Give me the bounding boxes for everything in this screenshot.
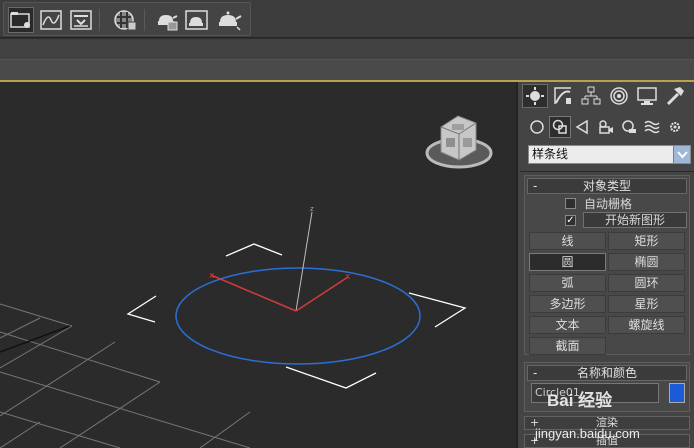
donut-button[interactable]: 圆环 [608, 274, 685, 292]
section-button[interactable]: 截面 [529, 337, 606, 355]
modify-tab[interactable] [550, 84, 576, 108]
hierarchy-tab[interactable] [578, 84, 604, 108]
hierarchy-tree-icon [581, 86, 601, 105]
collapse-minus-icon: - [533, 366, 538, 380]
create-sun-icon [526, 87, 544, 105]
curve-editor-icon[interactable] [38, 7, 64, 33]
motion-tab[interactable] [606, 84, 632, 108]
rendering-rollout-header[interactable]: + 渲染 [524, 416, 690, 430]
arc-button[interactable]: 弧 [529, 274, 606, 292]
modify-curve-icon [554, 87, 571, 104]
material-editor-icon[interactable] [112, 7, 138, 33]
motion-circle-icon [610, 87, 628, 105]
viewport-scene: x x z [0, 115, 493, 448]
gizmo-z-label: z [310, 205, 314, 213]
lights-icon [575, 119, 588, 135]
geometry-category[interactable] [526, 116, 548, 138]
perspective-viewport[interactable]: x x z [0, 82, 516, 448]
systems-gear-icon [670, 122, 680, 132]
ellipse-button[interactable]: 椭圆 [608, 253, 685, 271]
create-category-buttons [526, 116, 686, 138]
star-button[interactable]: 星形 [608, 295, 685, 313]
rectangle-button[interactable]: 矩形 [608, 232, 685, 250]
render-icon[interactable] [216, 7, 242, 33]
toolbar-separator [99, 9, 100, 31]
line-button[interactable]: 线 [529, 232, 606, 250]
shapes-category[interactable] [549, 116, 571, 138]
main-toolbar [0, 0, 694, 38]
name-color-rollout: - 名称和颜色 Circle01 [524, 362, 690, 412]
viewcube-icon[interactable] [425, 115, 493, 169]
toolbar-group [3, 2, 251, 36]
lights-category[interactable] [572, 116, 594, 138]
chevron-down-icon[interactable] [673, 146, 690, 163]
auto-grid-label: 自动栅格 [584, 197, 633, 211]
schematic-view-icon[interactable] [68, 7, 94, 33]
svg-text:x: x [345, 272, 351, 282]
rendered-frame-icon[interactable] [184, 7, 210, 33]
object-color-swatch[interactable] [669, 383, 685, 403]
object-category-dropdown[interactable]: 样条线 [528, 145, 691, 164]
home-grid [0, 303, 251, 448]
object-type-header[interactable]: - 对象类型 [527, 178, 687, 194]
spacewarps-category[interactable] [641, 116, 663, 138]
project-folder-icon[interactable] [8, 7, 34, 33]
start-new-shape-checkbox-row[interactable]: ✓ [565, 213, 584, 228]
create-tab[interactable] [522, 84, 548, 108]
render-setup-icon[interactable] [154, 7, 180, 33]
systems-category[interactable] [664, 116, 686, 138]
object-name-input[interactable]: Circle01 [531, 383, 659, 403]
utilities-tab[interactable] [662, 84, 688, 108]
cameras-category[interactable] [595, 116, 617, 138]
transform-gizmo[interactable]: x x [209, 211, 351, 312]
helix-button[interactable]: 螺旋线 [608, 316, 685, 334]
expand-plus-icon: + [530, 416, 540, 429]
interpolation-rollout-header[interactable]: + 插值 [524, 434, 690, 448]
camera-icon [599, 120, 613, 134]
command-panel: 样条线 - 对象类型 自动栅格 ✓ 开始新图形 线 矩形 圆 椭圆 弧 圆环 多… [516, 82, 694, 448]
command-panel-tabs [522, 84, 688, 110]
helpers-category[interactable] [618, 116, 640, 138]
start-new-shape-checkbox[interactable]: ✓ [565, 215, 576, 226]
display-monitor-icon [637, 87, 657, 105]
display-tab[interactable] [634, 84, 660, 108]
text-button[interactable]: 文本 [529, 316, 606, 334]
collapse-minus-icon: - [533, 179, 538, 193]
ribbon-strip [0, 39, 694, 59]
geometry-sphere-icon [530, 120, 544, 134]
svg-text:x: x [209, 271, 215, 281]
object-type-rollout: - 对象类型 自动栅格 ✓ 开始新图形 线 矩形 圆 椭圆 弧 圆环 多边形 星… [524, 175, 690, 355]
dropdown-value: 样条线 [532, 147, 569, 161]
expand-plus-icon: + [530, 434, 540, 447]
spacewarp-waves-icon [644, 120, 660, 134]
start-new-shape-button[interactable]: 开始新图形 [583, 212, 687, 228]
name-color-header[interactable]: - 名称和颜色 [527, 365, 687, 381]
selection-brackets [126, 243, 467, 389]
ngon-button[interactable]: 多边形 [529, 295, 606, 313]
circle-button[interactable]: 圆 [529, 253, 606, 271]
utilities-hammer-icon [666, 87, 684, 106]
toolbar-separator [144, 9, 145, 31]
auto-grid-checkbox[interactable] [565, 198, 576, 209]
helpers-tape-icon [622, 120, 636, 133]
panel-divider [520, 171, 694, 172]
circle-shape[interactable] [175, 267, 421, 365]
auto-grid-checkbox-row[interactable]: 自动栅格 [565, 196, 632, 211]
ribbon-strip-lower [0, 59, 694, 80]
shapes-icon [552, 119, 567, 134]
